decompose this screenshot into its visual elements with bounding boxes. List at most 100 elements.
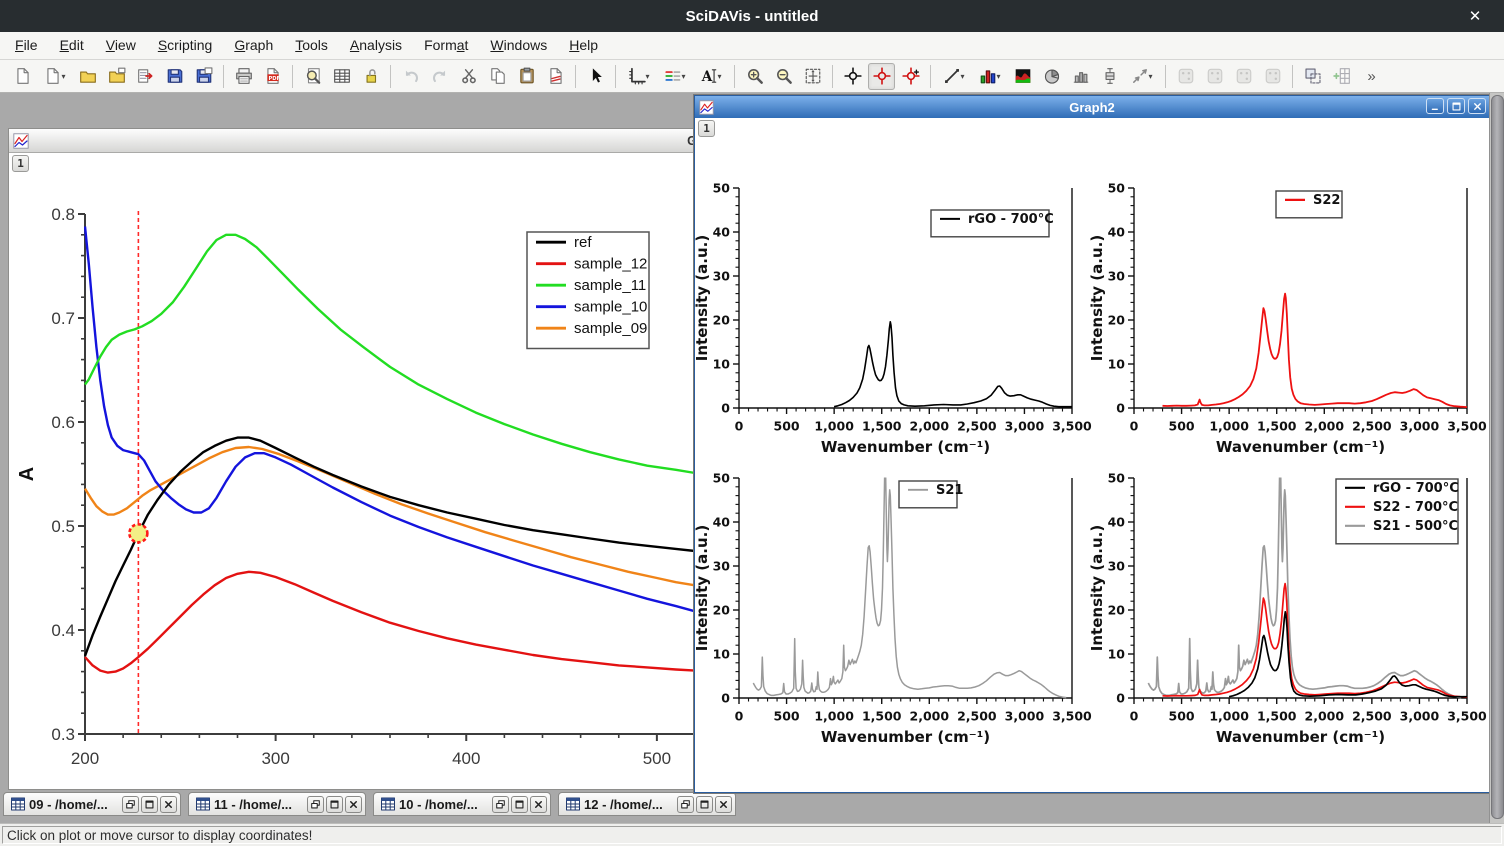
pointer-button[interactable] <box>582 63 609 90</box>
plot-box-button[interactable] <box>1096 63 1123 90</box>
svg-text:0: 0 <box>1116 400 1125 415</box>
graph2-minimize-button[interactable] <box>1426 98 1444 114</box>
cut-button[interactable] <box>455 63 482 90</box>
workspace-vertical-scrollbar[interactable] <box>1489 93 1504 823</box>
minimized-window-tab-11[interactable]: 11 - /home/... <box>188 792 366 816</box>
menu-windows[interactable]: Windows <box>479 32 558 59</box>
menu-tools[interactable]: Tools <box>284 32 339 59</box>
graph2-window[interactable]: Graph2 1 05001,0001,5002,0002,5003,0003,… <box>694 95 1490 793</box>
chart-raman_s21[interactable]: 05001,0001,5002,0002,5003,0003,500010203… <box>695 448 1090 748</box>
svg-text:500: 500 <box>643 749 671 768</box>
project-explorer-button[interactable] <box>328 63 355 90</box>
svg-text:0.6: 0.6 <box>51 413 75 432</box>
menu-view[interactable]: View <box>95 32 147 59</box>
graph2-titlebar[interactable]: Graph2 <box>695 96 1489 118</box>
graph1-layer-button[interactable]: 1 <box>12 155 29 172</box>
svg-text:3,500: 3,500 <box>1052 418 1092 433</box>
svg-text:20: 20 <box>713 602 731 617</box>
export-pdf-button[interactable]: PDF <box>259 63 286 90</box>
draw-line-button[interactable]: ▾ <box>937 63 971 90</box>
minimized-window-tab-10[interactable]: 10 - /home/... <box>373 792 551 816</box>
paste-button[interactable] <box>513 63 540 90</box>
plot-bars-button[interactable]: ▾ <box>973 63 1007 90</box>
tab-restore-button[interactable] <box>122 796 139 813</box>
plot-vectors-button[interactable]: ▾ <box>1125 63 1159 90</box>
tab-close-button[interactable] <box>715 796 732 813</box>
menu-analysis[interactable]: Analysis <box>339 32 413 59</box>
plot-pie-button[interactable] <box>1038 63 1065 90</box>
open-project-button[interactable] <box>74 63 101 90</box>
svg-text:2,500: 2,500 <box>1352 418 1392 433</box>
toolbar-overflow[interactable]: » <box>1357 63 1384 90</box>
find-window-button[interactable] <box>299 63 326 90</box>
data-reader-button[interactable] <box>868 63 895 90</box>
chart-raman_rgo[interactable]: 05001,0001,5002,0002,5003,0003,500010203… <box>695 158 1090 458</box>
zoom-in-button[interactable] <box>741 63 768 90</box>
screen-reader-button[interactable] <box>839 63 866 90</box>
svg-text:1,500: 1,500 <box>862 708 902 723</box>
open-template-button[interactable] <box>103 63 130 90</box>
tab-maximize-button[interactable] <box>326 796 343 813</box>
chart-raman_s22[interactable]: 05001,0001,5002,0002,5003,0003,500010203… <box>1090 158 1486 458</box>
table-tool-1-button <box>1172 63 1199 90</box>
menu-file[interactable]: File <box>4 32 49 59</box>
tab-maximize-button[interactable] <box>141 796 158 813</box>
chart-uvvis[interactable]: 2003004005000.30.40.50.60.70.8Arefsample… <box>9 153 731 789</box>
table-icon <box>195 796 211 812</box>
table-icon <box>10 796 26 812</box>
graph2-layer-button[interactable]: 1 <box>698 120 715 137</box>
toolbar-separator <box>292 65 293 88</box>
toolbar-separator <box>1292 65 1293 88</box>
clear-button[interactable] <box>542 63 569 90</box>
svg-text:0: 0 <box>721 690 730 705</box>
print-button[interactable] <box>230 63 257 90</box>
toolbar-separator <box>832 65 833 88</box>
lock-toolbars-button[interactable] <box>357 63 384 90</box>
import-ascii-button[interactable] <box>132 63 159 90</box>
svg-text:1,500: 1,500 <box>1257 418 1297 433</box>
svg-text:Wavenumber (cm⁻¹): Wavenumber (cm⁻¹) <box>1216 728 1385 746</box>
tab-maximize-button[interactable] <box>696 796 713 813</box>
save-project-button[interactable] <box>161 63 188 90</box>
menu-edit[interactable]: Edit <box>49 32 95 59</box>
arrange-layers-button[interactable] <box>1299 63 1326 90</box>
zoom-out-button[interactable] <box>770 63 797 90</box>
menu-scripting[interactable]: Scripting <box>147 32 223 59</box>
add-layer-button[interactable]: ▾ <box>622 63 656 90</box>
tab-restore-button[interactable] <box>677 796 694 813</box>
save-template-button[interactable] <box>190 63 217 90</box>
plot-colormap-button[interactable] <box>1009 63 1036 90</box>
minimized-window-tab-09[interactable]: 09 - /home/... <box>3 792 181 816</box>
graph2-close-button[interactable] <box>1468 98 1486 114</box>
chart-raman_combined[interactable]: 05001,0001,5002,0002,5003,0003,500010203… <box>1090 448 1486 748</box>
copy-button[interactable] <box>484 63 511 90</box>
tab-restore-button[interactable] <box>492 796 509 813</box>
minimized-window-tab-12[interactable]: 12 - /home/... <box>558 792 736 816</box>
tab-maximize-button[interactable] <box>511 796 528 813</box>
svg-text:1,000: 1,000 <box>1209 418 1249 433</box>
graph2-canvas[interactable]: 1 05001,0001,5002,0002,5003,0003,5000102… <box>695 118 1489 792</box>
graph2-maximize-button[interactable] <box>1447 98 1465 114</box>
toolbar-separator <box>734 65 735 88</box>
new-project-button[interactable] <box>9 63 36 90</box>
svg-text:0.8: 0.8 <box>51 205 75 224</box>
scrollbar-thumb[interactable] <box>1491 95 1504 819</box>
plot-3d-bars-button[interactable] <box>1067 63 1094 90</box>
rescale-to-show-all-button[interactable] <box>799 63 826 90</box>
chart-legend: refsample_12sample_11sample_10sample_09 <box>527 232 649 349</box>
tab-restore-button[interactable] <box>307 796 324 813</box>
redo-button <box>426 63 453 90</box>
new-window-menu-button[interactable]: ▾ <box>38 63 72 90</box>
select-data-range-button[interactable] <box>897 63 924 90</box>
menu-help[interactable]: Help <box>558 32 609 59</box>
tab-close-button[interactable] <box>530 796 547 813</box>
add-legend-button[interactable]: ▾ <box>658 63 692 90</box>
menu-graph[interactable]: Graph <box>223 32 284 59</box>
add-text-button[interactable]: A▾ <box>694 63 728 90</box>
tab-close-button[interactable] <box>345 796 362 813</box>
svg-text:PDF: PDF <box>268 76 280 82</box>
menu-format[interactable]: Format <box>413 32 479 59</box>
tab-close-button[interactable] <box>160 796 177 813</box>
app-titlebar: SciDAVis - untitled ✕ <box>0 0 1504 32</box>
app-close-button[interactable]: ✕ <box>1460 0 1490 32</box>
